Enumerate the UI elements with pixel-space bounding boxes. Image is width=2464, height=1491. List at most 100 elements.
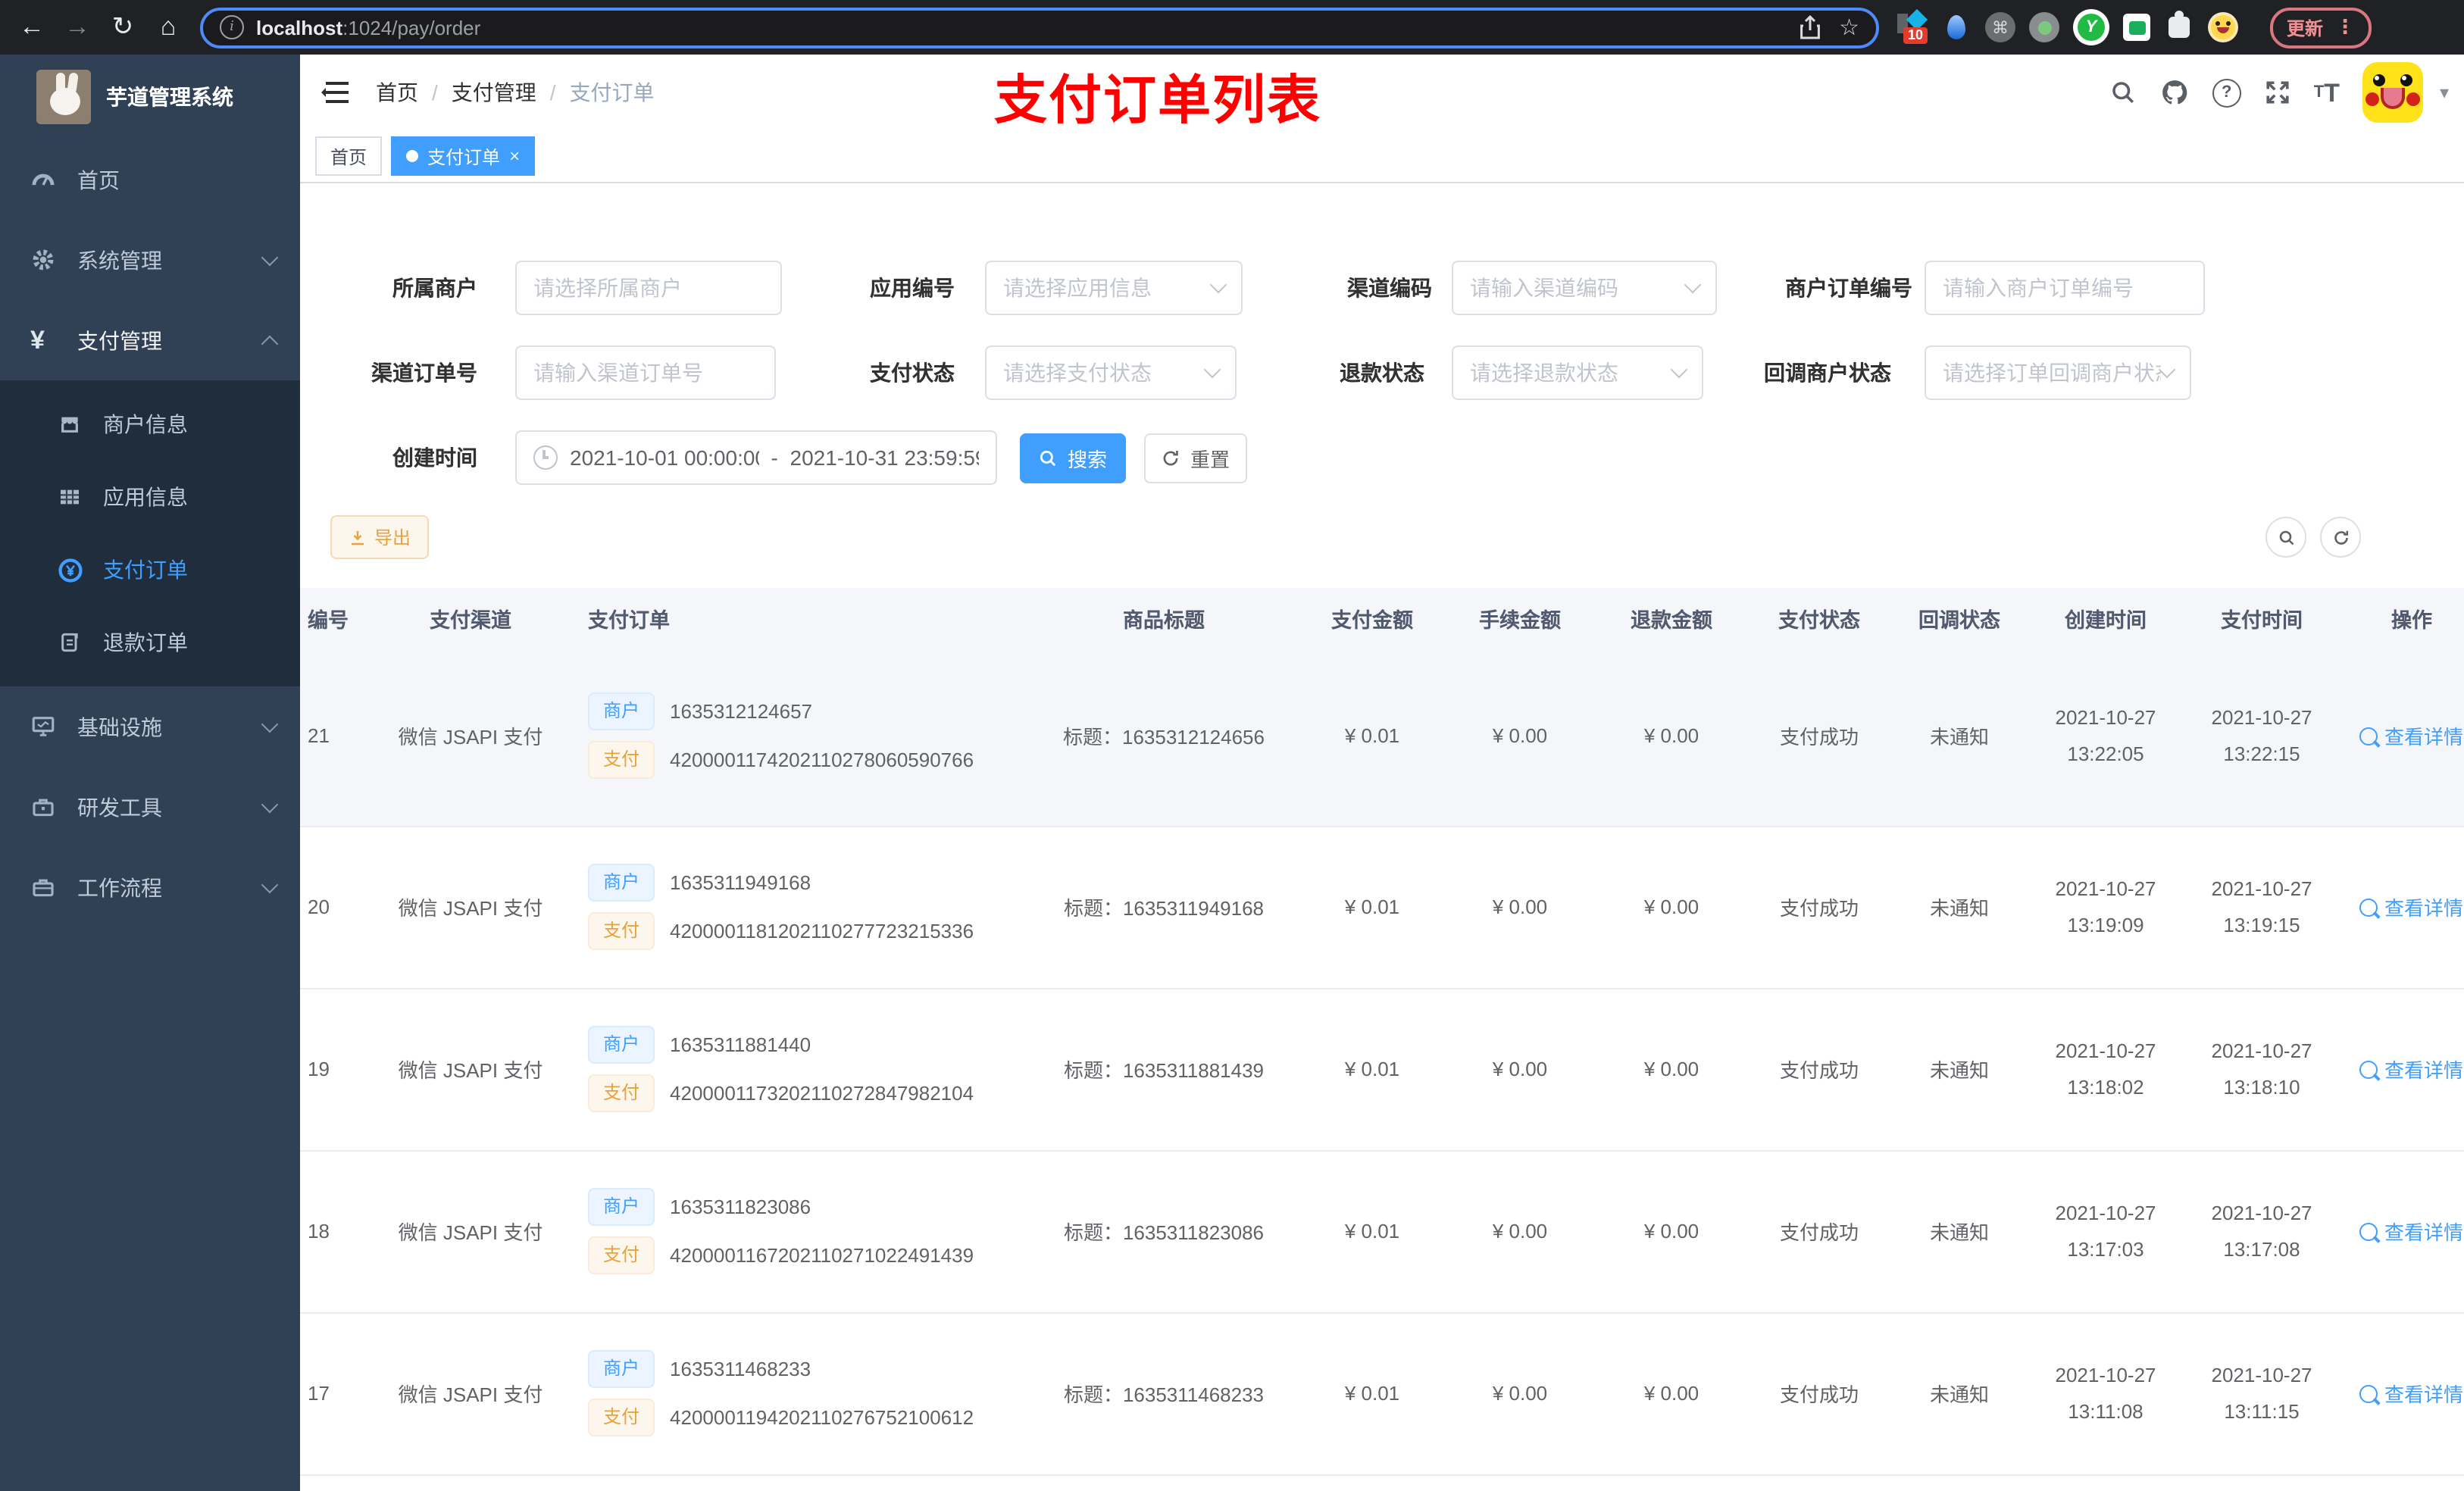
search-button[interactable]: 搜索 [1020,433,1126,483]
extension-grid-icon[interactable]: 10 [1897,8,1928,44]
create-time-range-picker[interactable]: 2021-10-01 00:00:00 - 2021-10-31 23:59:5… [515,430,997,485]
show-search-toggle-button[interactable] [2265,517,2306,558]
home-icon[interactable]: ⌂ [149,8,188,47]
channel-code-select[interactable]: 请输入渠道编码 [1452,261,1717,315]
chevron-up-icon [261,334,279,352]
sidebar-item-payment[interactable]: ¥ 支付管理 [0,300,300,380]
avatar-caret-icon[interactable]: ▾ [2440,82,2449,103]
sidebar-item-refund-order[interactable]: 退款订单 [0,606,300,679]
col-fee: 手续金额 [1444,588,1596,647]
sidebar-item-infrastructure[interactable]: 基础设施 [0,686,300,767]
toolbox-icon [30,794,58,820]
merchant-tag: 商户 [588,864,655,902]
sidebar: 芋道管理系统 首页 系统管理 ¥ 支付管理 商户信息 应用信息 支付订单 退款订… [0,55,300,1491]
pay-tag: 支付 [588,1399,655,1436]
profile-avatar-icon[interactable] [2208,12,2238,42]
y-extension-icon[interactable]: Y [2073,9,2109,45]
orders-table: 编号 支付渠道 支付订单 商品标题 支付金额 手续金额 退款金额 支付状态 回调… [300,588,2464,1491]
chevron-down-icon [261,715,279,733]
table-row: 20 微信 JSAPI 支付 商户 1635311949168 支付 4200001… [300,826,2464,989]
merchant-order-no-input[interactable] [1925,261,2205,315]
tab-pay-order[interactable]: 支付订单 × [391,136,536,176]
filter-label-merchant: 所属商户 [392,276,477,300]
breadcrumb-payment[interactable]: 支付管理 [452,77,536,108]
reload-icon[interactable]: ↻ [103,8,142,47]
magnifier-icon [2359,1222,2378,1240]
sidebar-toggle-icon[interactable] [321,82,349,103]
sidebar-item-home[interactable]: 首页 [0,139,300,220]
bookmark-star-icon[interactable]: ☆ [1839,14,1859,41]
balloon-extension-icon[interactable] [1941,12,1972,42]
col-pay-status: 支付状态 [1747,588,1891,647]
sidebar-item-app-info[interactable]: 应用信息 [0,461,300,533]
payment-submenu: 商户信息 应用信息 支付订单 退款订单 [0,380,300,686]
sidebar-item-label: 工作流程 [77,875,162,899]
store-icon [58,412,83,436]
merchant-input[interactable] [515,261,782,315]
magnifier-icon [2359,1060,2378,1078]
url-text: localhost:1024/pay/order [256,16,480,39]
sidebar-item-merchant-info[interactable]: 商户信息 [0,388,300,461]
chevron-down-icon [2158,361,2176,379]
magnifier-icon [2359,898,2378,916]
col-actions: 操作 [2340,588,2464,647]
merchant-tag: 商户 [588,1026,655,1064]
reset-button[interactable]: 重置 [1144,433,1247,483]
pay-tag: 支付 [588,1074,655,1112]
url-host: localhost [256,16,343,39]
filter-label-create-time: 创建时间 [392,445,477,470]
sidebar-item-label: 基础设施 [77,714,162,739]
url-bar[interactable]: i localhost:1024/pay/order ☆ [200,7,1879,48]
share-icon[interactable] [1798,15,1821,39]
sidebar-item-label: 系统管理 [77,248,162,272]
user-avatar[interactable] [2362,62,2423,123]
sidebar-item-pay-order[interactable]: 支付订单 [0,533,300,606]
font-size-icon[interactable]: TT [2314,80,2340,105]
site-info-icon[interactable]: i [220,15,244,39]
chat-extension-icon[interactable] [2123,14,2150,41]
puzzle-extensions-icon[interactable] [2164,11,2194,42]
refresh-button[interactable] [2320,517,2361,558]
view-detail-link[interactable]: 查看详情 [2359,1379,2463,1408]
search-icon[interactable] [2109,79,2137,106]
github-icon[interactable] [2159,77,2190,108]
app-logo[interactable]: 芋道管理系统 [0,55,300,139]
pay-status-select[interactable]: 请选择支付状态 [985,345,1237,400]
forward-icon[interactable]: → [58,8,97,47]
chevron-down-icon [261,876,279,894]
export-button[interactable]: 导出 [330,515,430,559]
gear-icon [30,247,58,273]
view-detail-link[interactable]: 查看详情 [2359,1055,2463,1083]
fullscreen-icon[interactable] [2264,79,2291,106]
date-range-separator: - [771,445,778,470]
sidebar-item-dev-tools[interactable]: 研发工具 [0,767,300,847]
extension-area: 10 ⌘ Y 更新 ⋮ [1897,7,2372,48]
help-icon[interactable]: ? [2212,78,2241,107]
recorder-extension-icon[interactable] [2029,12,2059,42]
tab-home[interactable]: 首页 [315,136,383,176]
browser-menu-icon[interactable]: ⋮ [2335,15,2355,39]
filter-label-refund-status: 退款状态 [1340,361,1424,385]
sidebar-item-workflow[interactable]: 工作流程 [0,847,300,927]
dashboard-icon [30,167,58,192]
refund-status-select[interactable]: 请选择退款状态 [1452,345,1703,400]
close-icon[interactable]: × [509,145,520,167]
view-detail-link[interactable]: 查看详情 [2359,1217,2463,1246]
col-order: 支付订单 [573,588,1027,647]
sidebar-item-label: 首页 [77,167,120,192]
view-detail-link[interactable]: 查看详情 [2359,892,2463,921]
app-select[interactable]: 请选择应用信息 [985,261,1243,315]
breadcrumb-home[interactable]: 首页 [376,77,418,108]
filter-label-channel-code: 渠道编码 [1347,276,1432,300]
notify-status-select[interactable]: 请选择订单回调商户状态 [1925,345,2191,400]
channel-order-no-input[interactable] [515,345,776,400]
command-extension-icon[interactable]: ⌘ [1985,12,2015,42]
back-icon[interactable]: ← [12,8,52,47]
view-detail-link[interactable]: 查看详情 [2359,722,2463,751]
date-range-end: 2021-10-31 23:59:59 [790,445,980,470]
table-row: 18 微信 JSAPI 支付 商户 1635311823086 支付 4200001… [300,1150,2464,1313]
browser-nav: ← → ↻ ⌂ [12,8,188,47]
filter-label-notify-status: 回调商户状态 [1764,361,1891,385]
chrome-update-button[interactable]: 更新 ⋮ [2270,7,2372,48]
sidebar-item-system[interactable]: 系统管理 [0,220,300,300]
